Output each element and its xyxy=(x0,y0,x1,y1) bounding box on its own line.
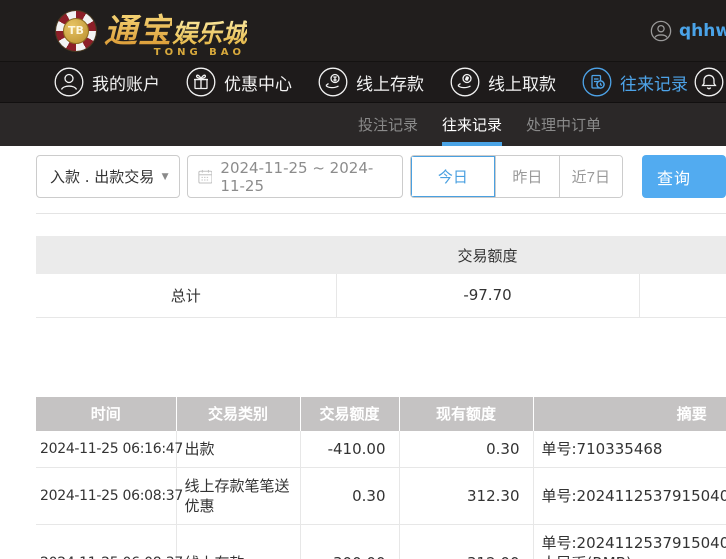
deposit-icon xyxy=(318,67,348,97)
chevron-down-icon: ▼ xyxy=(162,172,169,182)
gift-icon xyxy=(186,67,216,97)
main-nav: 我的账户 优惠中心 线上存款 线上取款 往来记录 xyxy=(0,62,726,103)
date-range-value: 2024-11-25 ~ 2024-11-25 xyxy=(220,159,391,195)
col-header-type: 交易类别 xyxy=(176,397,300,431)
tab-pending-orders[interactable]: 处理中订单 xyxy=(526,103,601,146)
tab-label: 投注记录 xyxy=(358,114,418,135)
col-header-memo: 摘要 xyxy=(533,397,726,431)
brand-name-primary: 通宝 xyxy=(104,11,172,50)
summary-table: 交易额度 总计 -97.70 xyxy=(36,236,726,318)
user-avatar-icon xyxy=(650,20,672,42)
brand-name-secondary: 娱乐城 xyxy=(172,19,247,48)
cell-time: 2024-11-25 06:08:37 xyxy=(36,524,176,559)
brand-name: 通宝娱乐城 xyxy=(104,14,247,47)
transaction-type-select[interactable]: 入款 . 出款交易 ▼ xyxy=(36,155,180,198)
cell-balance: 312.00 xyxy=(399,524,533,559)
summary-total-value: -97.70 xyxy=(336,274,639,317)
record-tabs: 投注记录 往来记录 处理中订单 xyxy=(0,103,726,146)
nav-label: 我的账户 xyxy=(92,70,160,95)
summary-header-row: 交易额度 xyxy=(36,236,726,274)
summary-empty-cell xyxy=(639,274,726,317)
quick-date-button-group: 今日 昨日 近7日 xyxy=(410,155,623,198)
tab-label: 处理中订单 xyxy=(526,114,601,135)
nav-item-online-withdrawal[interactable]: 线上取款 xyxy=(450,67,556,97)
page: TB 通宝娱乐城 TONG BAO qhhw 我的账户 优惠中心 xyxy=(0,0,726,559)
table-row: 2024-11-25 06:08:37 线上存款笔笔送优惠 0.30 312.3… xyxy=(36,467,726,524)
cell-balance: 312.30 xyxy=(399,467,533,524)
cell-type: 线上存款笔笔送优惠 xyxy=(176,467,300,524)
nav-label: 往来记录 xyxy=(620,70,688,95)
cell-balance: 0.30 xyxy=(399,431,533,468)
filter-row: 入款 . 出款交易 ▼ 2024-11-25 ~ 2024-11-25 今日 昨… xyxy=(36,155,726,198)
cell-amount: 300.00 xyxy=(300,524,399,559)
cell-memo: 单号:202411253791504089 xyxy=(533,467,726,524)
summary-header-empty xyxy=(639,236,726,274)
select-value: 入款 . 出款交易 xyxy=(50,166,154,187)
cell-time: 2024-11-25 06:08:37 xyxy=(36,467,176,524)
cell-amount: -410.00 xyxy=(300,431,399,468)
user-block[interactable]: qhhw xyxy=(650,0,726,62)
top-header: TB 通宝娱乐城 TONG BAO qhhw xyxy=(0,0,726,62)
nav-label: 线上存款 xyxy=(356,70,424,95)
summary-total-label: 总计 xyxy=(36,274,336,317)
tab-label: 往来记录 xyxy=(442,114,502,135)
poker-chip-icon: TB xyxy=(56,11,96,51)
calendar-icon xyxy=(198,168,213,185)
records-icon xyxy=(582,67,612,97)
cell-memo: 单号:202411253791504089 人民币(RMB): 300 xyxy=(533,524,726,559)
chip-label: TB xyxy=(63,18,89,44)
nav-label: 线上取款 xyxy=(488,70,556,95)
nav-label: 优惠中心 xyxy=(224,70,292,95)
table-row: 2024-11-25 06:16:47 出款 -410.00 0.30 单号:7… xyxy=(36,431,726,468)
col-header-amount: 交易额度 xyxy=(300,397,399,431)
withdraw-icon xyxy=(450,67,480,97)
col-header-balance: 现有额度 xyxy=(399,397,533,431)
tab-transaction-records[interactable]: 往来记录 xyxy=(442,103,502,146)
search-button[interactable]: 查询 xyxy=(642,155,726,198)
cell-amount: 0.30 xyxy=(300,467,399,524)
cell-memo: 单号:710335468 xyxy=(533,431,726,468)
nav-item-online-deposit[interactable]: 线上存款 xyxy=(318,67,424,97)
brand-text: 通宝娱乐城 TONG BAO xyxy=(104,14,247,47)
nav-item-notifications[interactable] xyxy=(694,67,724,101)
brand-logo[interactable]: TB 通宝娱乐城 TONG BAO xyxy=(56,11,247,51)
summary-total-row: 总计 -97.70 xyxy=(36,274,726,317)
date-range-input[interactable]: 2024-11-25 ~ 2024-11-25 xyxy=(187,155,403,198)
summary-header-empty xyxy=(36,236,336,274)
last7days-button[interactable]: 近7日 xyxy=(559,156,622,197)
brand-subtitle: TONG BAO xyxy=(154,48,245,58)
nav-item-my-account[interactable]: 我的账户 xyxy=(54,67,160,97)
col-header-time: 时间 xyxy=(36,397,176,431)
table-row: 2024-11-25 06:08:37 线上存款 300.00 312.00 单… xyxy=(36,524,726,559)
summary-header-amount: 交易额度 xyxy=(336,236,639,274)
tab-betting-records[interactable]: 投注记录 xyxy=(358,103,418,146)
cell-time: 2024-11-25 06:16:47 xyxy=(36,431,176,468)
nav-item-promotions[interactable]: 优惠中心 xyxy=(186,67,292,97)
nav-item-transaction-records[interactable]: 往来记录 xyxy=(582,67,688,97)
bell-icon xyxy=(694,67,724,97)
username: qhhw xyxy=(679,21,726,41)
filter-separator xyxy=(36,213,726,214)
records-body: 2024-11-25 06:16:47 出款 -410.00 0.30 单号:7… xyxy=(36,431,726,559)
records-table: 时间 交易类别 交易额度 现有额度 摘要 2024-11-25 06:16:47… xyxy=(36,397,726,559)
cell-type: 线上存款 xyxy=(176,524,300,559)
yesterday-button[interactable]: 昨日 xyxy=(495,156,558,197)
cell-type: 出款 xyxy=(176,431,300,468)
records-header-row: 时间 交易类别 交易额度 现有额度 摘要 xyxy=(36,397,726,431)
today-button[interactable]: 今日 xyxy=(411,156,496,197)
account-icon xyxy=(54,67,84,97)
